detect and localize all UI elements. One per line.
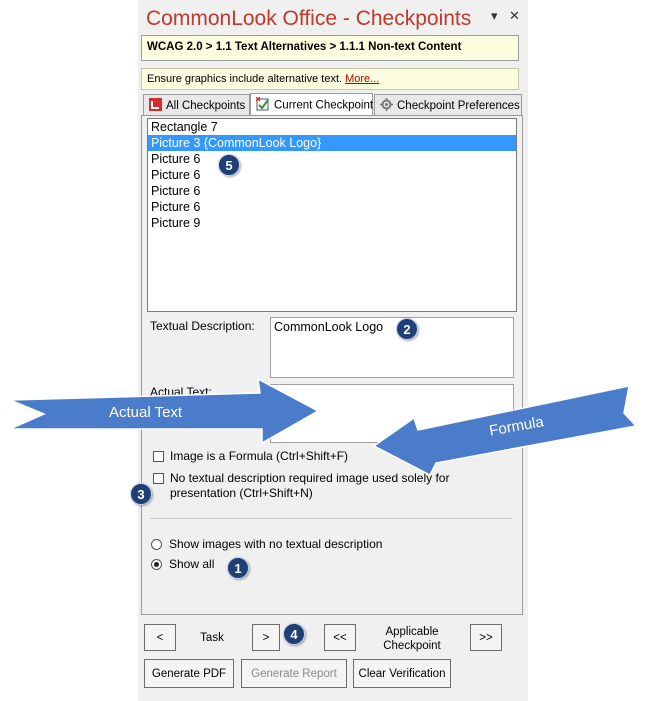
annotation-arrows [9, 377, 638, 477]
actual-text-arrow-label: Actual Text [109, 404, 183, 421]
badge-2: 2 [396, 318, 418, 340]
badge-3: 3 [130, 483, 152, 505]
badge-5: 5 [218, 154, 240, 176]
badge-1: 1 [227, 557, 249, 579]
badge-4: 4 [283, 623, 305, 645]
